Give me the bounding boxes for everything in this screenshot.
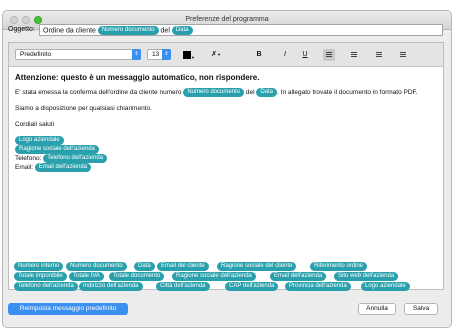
subject-text-del: del <box>160 27 170 35</box>
tag-option[interactable]: Numero documento <box>66 262 127 271</box>
tag-option[interactable]: Ragione sociale dell'azienda <box>172 272 256 281</box>
tag-option[interactable]: CAP dell'azienda <box>225 282 279 291</box>
align-justify-icon <box>400 52 406 58</box>
align-center-button[interactable] <box>348 49 360 61</box>
underline-button[interactable]: U <box>299 49 311 61</box>
cancel-button[interactable]: Annulla <box>358 303 396 315</box>
subject-row: Oggetto: Ordine da cliente Numero docume… <box>8 24 444 36</box>
tag-option[interactable]: Data <box>134 262 155 271</box>
tag-option[interactable]: Telefono dell'azienda <box>14 282 78 291</box>
tag-company-logo[interactable]: Logo aziendale <box>15 136 64 146</box>
color-swatch-icon <box>183 51 192 59</box>
tag-company-phone[interactable]: Telefono dell'azienda <box>43 154 108 164</box>
text-color-button[interactable]: ▼ <box>183 49 195 61</box>
bold-button[interactable]: B <box>253 49 265 61</box>
signature-block: Logo aziendale Ragione sociale dell'azie… <box>15 136 441 173</box>
subject-tag-document-number[interactable]: Numero documento <box>97 26 159 35</box>
phone-label: Telefono: <box>15 155 42 163</box>
paragraph-text: del <box>245 89 255 97</box>
tag-option[interactable]: Totale documento <box>109 272 165 281</box>
subject-input[interactable]: Ordine da cliente Numero documento del D… <box>39 24 443 36</box>
email-label: Email: <box>15 164 34 172</box>
tag-option[interactable]: Totale IVA <box>69 272 104 281</box>
tag-option[interactable]: Totale imponibile <box>14 272 67 281</box>
paragraph-text: E' stata emessa la conferma dell'ordine … <box>15 89 182 97</box>
tag-option[interactable]: Provincia dell'azienda <box>285 282 351 291</box>
subject-label: Oggetto: <box>8 26 35 33</box>
message-paragraph: Siamo a disposizione per qualsiasi chiar… <box>15 105 152 113</box>
tag-option[interactable]: Ragione sociale del cliente <box>217 262 297 271</box>
reset-default-message-button[interactable]: Reimposta messaggio predefinito <box>8 303 128 315</box>
window-title: Preferenze del programma <box>185 16 269 23</box>
italic-button[interactable]: I <box>279 49 291 61</box>
subject-tag-date[interactable]: Data <box>171 26 193 35</box>
tag-option[interactable]: Email dell'azienda <box>270 272 327 281</box>
paragraph-text: . In allegato trovate il documento in fo… <box>277 89 418 97</box>
dropdown-arrow-icon: ▼ <box>216 52 221 57</box>
message-closing: Cordiali saluti <box>15 121 55 129</box>
tag-option[interactable]: Città dell'azienda <box>156 282 210 291</box>
align-center-icon <box>351 52 357 58</box>
tag-option[interactable]: Logo aziendale <box>361 282 410 291</box>
align-justify-button[interactable] <box>397 49 409 61</box>
tag-option[interactable]: Sito web dell'azienda <box>334 272 399 281</box>
message-body[interactable]: Attenzione: questo è un messaggio automa… <box>15 73 441 173</box>
tag-date[interactable]: Data <box>256 88 278 97</box>
font-size-value: 13 <box>152 51 160 58</box>
align-right-button[interactable] <box>373 49 385 61</box>
font-family-value: Predefinito <box>20 51 52 58</box>
tag-company-email[interactable]: Email dell'azienda <box>34 163 92 173</box>
tag-document-number[interactable]: Numero documento <box>183 88 245 97</box>
format-toolbar: Predefinito ⇕ 13 ⇕ ▼ ✗▼ B I U <box>9 43 443 67</box>
align-left-button[interactable] <box>323 49 335 61</box>
save-button[interactable]: Salva <box>404 303 438 315</box>
message-editor[interactable]: Predefinito ⇕ 13 ⇕ ▼ ✗▼ B I U Attenzione… <box>8 42 444 290</box>
align-right-icon <box>376 52 382 58</box>
align-left-icon <box>326 52 332 58</box>
dropdown-arrow-icon: ▼ <box>191 55 195 60</box>
tag-option[interactable]: Indirizzo dell'azienda <box>79 282 143 291</box>
subject-text: Ordine da cliente <box>43 27 96 35</box>
chevron-updown-icon: ⇕ <box>162 49 171 60</box>
message-heading: Attenzione: questo è un messaggio automa… <box>15 73 260 82</box>
tag-company-name[interactable]: Ragione sociale dell'azienda <box>15 145 99 155</box>
available-tags: Numero interno Numero documento Data Ema… <box>14 262 438 291</box>
tag-option[interactable]: Numero interno <box>14 262 64 271</box>
chevron-updown-icon: ⇕ <box>132 49 141 60</box>
message-paragraph: E' stata emessa la conferma dell'ordine … <box>15 88 441 98</box>
clear-format-button[interactable]: ✗▼ <box>210 49 222 61</box>
font-family-select[interactable]: Predefinito ⇕ <box>15 49 141 60</box>
tag-option[interactable]: Email del cliente <box>157 262 209 271</box>
tag-option[interactable]: Riferimento ordine <box>310 262 368 271</box>
font-size-select[interactable]: 13 ⇕ <box>147 49 171 60</box>
